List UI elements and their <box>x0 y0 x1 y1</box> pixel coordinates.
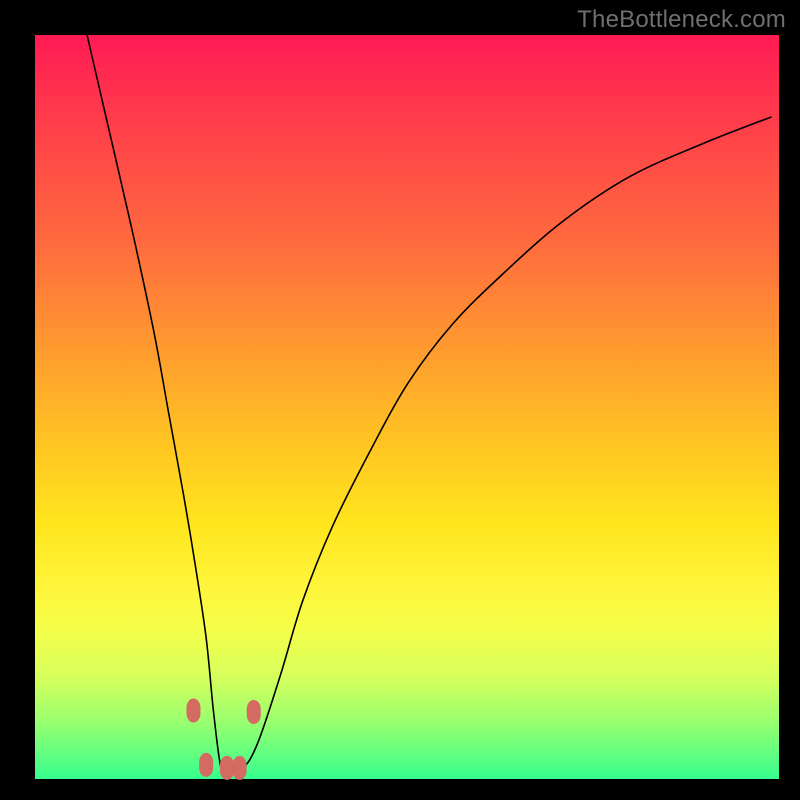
watermark-text: TheBottleneck.com <box>577 6 786 34</box>
chart-svg <box>35 35 779 779</box>
chart-frame: TheBottleneck.com <box>0 0 800 800</box>
curve-marker <box>247 700 261 724</box>
bottleneck-curve <box>87 35 771 773</box>
marker-group <box>186 699 260 780</box>
curve-marker <box>199 753 213 777</box>
curve-marker <box>186 699 200 723</box>
curve-marker <box>233 756 247 780</box>
curve-marker <box>220 756 234 780</box>
plot-area <box>35 35 779 779</box>
